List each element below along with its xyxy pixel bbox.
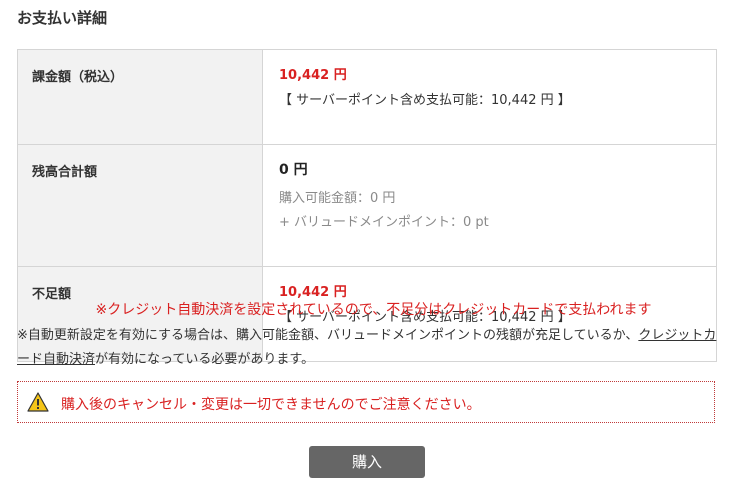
warning-icon <box>27 392 49 412</box>
row-value-balance: 0 円 購入可能金額：0 円 + バリュードメインポイント：0 pt <box>262 144 717 267</box>
page-title: お支払い詳細 <box>17 9 108 27</box>
auto-renew-note: ※自動更新設定を有効にする場合は、購入可能金額、バリュードメインポイントの残額が… <box>17 324 719 372</box>
note-text-after: が有効になっている必要があります。 <box>95 352 315 367</box>
balance-purchasable: 購入可能金額：0 円 <box>279 191 396 206</box>
row-value-charge: 10,442 円 【 サーバーポイント含め支払可能：10,442 円 】 <box>262 49 717 145</box>
balance-amount: 0 円 <box>279 162 308 178</box>
credit-notice: ※クレジット自動決済を設定されているので、不足分はクレジットカードで支払われます <box>95 302 652 318</box>
purchase-button[interactable]: 購入 <box>309 446 425 478</box>
table-row: 残高合計額 0 円 購入可能金額：0 円 + バリュードメインポイント：0 pt <box>17 144 717 267</box>
balance-points: + バリュードメインポイント：0 pt <box>279 215 489 230</box>
row-label-charge: 課金額（税込） <box>17 49 263 145</box>
row-label-balance: 残高合計額 <box>17 144 263 267</box>
note-text-before: ※自動更新設定を有効にする場合は、購入可能金額、バリュードメインポイントの残額が… <box>17 328 639 343</box>
table-row: 課金額（税込） 10,442 円 【 サーバーポイント含め支払可能：10,442… <box>17 49 717 145</box>
shortage-amount: 10,442 円 <box>279 285 347 300</box>
warning-text: 購入後のキャンセル・変更は一切できませんのでご注意ください。 <box>61 397 481 413</box>
warning-box: 購入後のキャンセル・変更は一切できませんのでご注意ください。 <box>17 381 715 423</box>
charge-sub: 【 サーバーポイント含め支払可能：10,442 円 】 <box>279 93 571 108</box>
charge-amount: 10,442 円 <box>279 68 347 83</box>
